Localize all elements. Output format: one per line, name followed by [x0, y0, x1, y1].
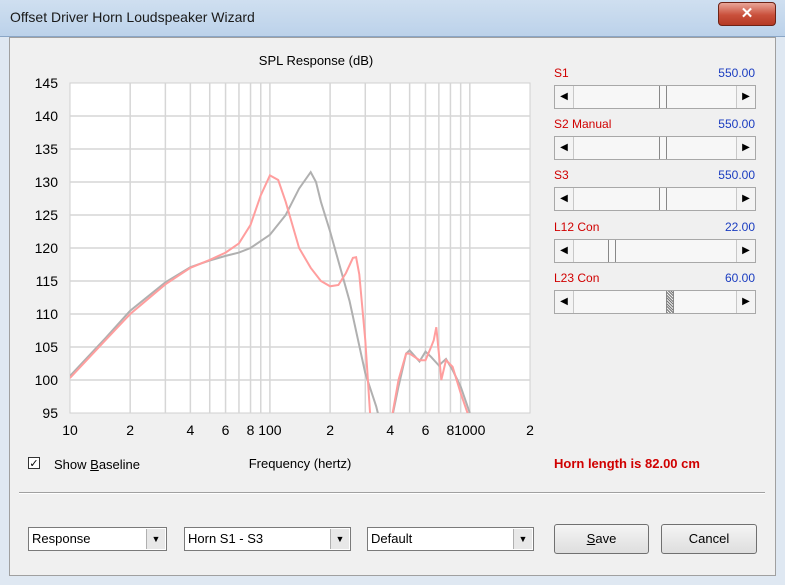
x-tick-label: 2 [326, 422, 334, 438]
x-tick-label: 1000 [454, 422, 485, 438]
y-tick-label: 110 [36, 306, 59, 322]
arrow-left-icon[interactable]: ◀ [555, 240, 574, 262]
slider-label: S3 [554, 168, 569, 182]
slider-value: 60.00 [724, 271, 755, 285]
y-tick-label: 105 [35, 339, 59, 355]
view-select[interactable]: Response ▼ [28, 527, 167, 551]
slider-value: 550.00 [718, 117, 755, 131]
y-tick-label: 140 [35, 108, 59, 124]
slider-thumb[interactable] [658, 137, 667, 159]
checkmark-icon: ✓ [29, 458, 39, 470]
slider-thumb[interactable] [607, 240, 616, 262]
arrow-right-icon[interactable]: ▶ [736, 291, 755, 313]
horn-section-select[interactable]: Horn S1 - S3 ▼ [184, 527, 351, 551]
show-baseline-label[interactable]: Show Baseline [54, 457, 140, 472]
arrow-left-icon[interactable]: ◀ [555, 291, 574, 313]
x-tick-label: 4 [386, 422, 394, 438]
x-tick-label: 6 [222, 422, 230, 438]
y-tick-label: 145 [35, 75, 59, 91]
slider-thumb[interactable] [658, 188, 667, 210]
title-bar: Offset Driver Horn Loudspeaker Wizard ✕ [0, 0, 785, 37]
slider-thumb[interactable] [658, 86, 667, 108]
slider-label: L12 Con [554, 220, 600, 234]
arrow-right-icon[interactable]: ▶ [736, 240, 755, 262]
close-icon: ✕ [740, 5, 754, 22]
cancel-button[interactable]: Cancel [661, 524, 757, 554]
slider-thumb[interactable] [666, 291, 675, 313]
y-tick-label: 125 [35, 207, 59, 223]
arrow-right-icon[interactable]: ▶ [736, 188, 755, 210]
y-tick-label: 100 [35, 372, 59, 388]
x-axis-title: Frequency (hertz) [248, 456, 352, 471]
y-tick-label: 130 [35, 174, 59, 190]
horn-length-text: Horn length is 82.00 cm [554, 456, 700, 471]
arrow-right-icon[interactable]: ▶ [736, 137, 755, 159]
y-tick-label: 120 [35, 240, 59, 256]
x-tick-label: 6 [422, 422, 430, 438]
arrow-right-icon[interactable]: ▶ [736, 86, 755, 108]
save-button[interactable]: Save [554, 524, 649, 554]
close-button[interactable]: ✕ [718, 2, 776, 26]
y-tick-label: 115 [36, 273, 59, 289]
x-tick-label: 8 [247, 422, 255, 438]
show-baseline-checkbox[interactable]: ✓ [28, 457, 40, 470]
y-tick-label: 95 [42, 405, 58, 421]
x-tick-label: 100 [258, 422, 282, 438]
preset-select[interactable]: Default ▼ [367, 527, 534, 551]
slider-label: S1 [554, 66, 569, 80]
slider-value: 550.00 [718, 66, 755, 80]
x-tick-label: 10 [62, 422, 78, 438]
chevron-down-icon: ▼ [330, 529, 349, 549]
slider-scrollbar[interactable]: ◀ ▶ [554, 187, 756, 211]
slider-scrollbar[interactable]: ◀ ▶ [554, 136, 756, 160]
arrow-left-icon[interactable]: ◀ [555, 137, 574, 159]
y-tick-label: 135 [35, 141, 59, 157]
slider-scrollbar[interactable]: ◀ ▶ [554, 85, 756, 109]
x-tick-label: 4 [186, 422, 194, 438]
slider-scrollbar[interactable]: ◀ ▶ [554, 290, 756, 314]
slider-label: L23 Con [554, 271, 600, 285]
x-tick-label: 2 [126, 422, 134, 438]
chevron-down-icon: ▼ [513, 529, 532, 549]
window-title: Offset Driver Horn Loudspeaker Wizard [10, 9, 255, 25]
dialog-client-area: SPL Response (dB) 145 140 135 130 125 120 115 1… [9, 37, 776, 576]
arrow-left-icon[interactable]: ◀ [555, 86, 574, 108]
spl-response-chart: 1451401351301251201151101051009510 2 4 6 8 10… [35, 75, 534, 438]
slider-value: 22.00 [724, 220, 755, 234]
slider-value: 550.00 [718, 168, 755, 182]
arrow-left-icon[interactable]: ◀ [555, 188, 574, 210]
slider-label: S2 Manual [554, 117, 612, 131]
separator [19, 492, 765, 494]
x-tick-label: 2 [526, 422, 534, 438]
chevron-down-icon: ▼ [146, 529, 165, 549]
slider-scrollbar[interactable]: ◀ ▶ [554, 239, 756, 263]
